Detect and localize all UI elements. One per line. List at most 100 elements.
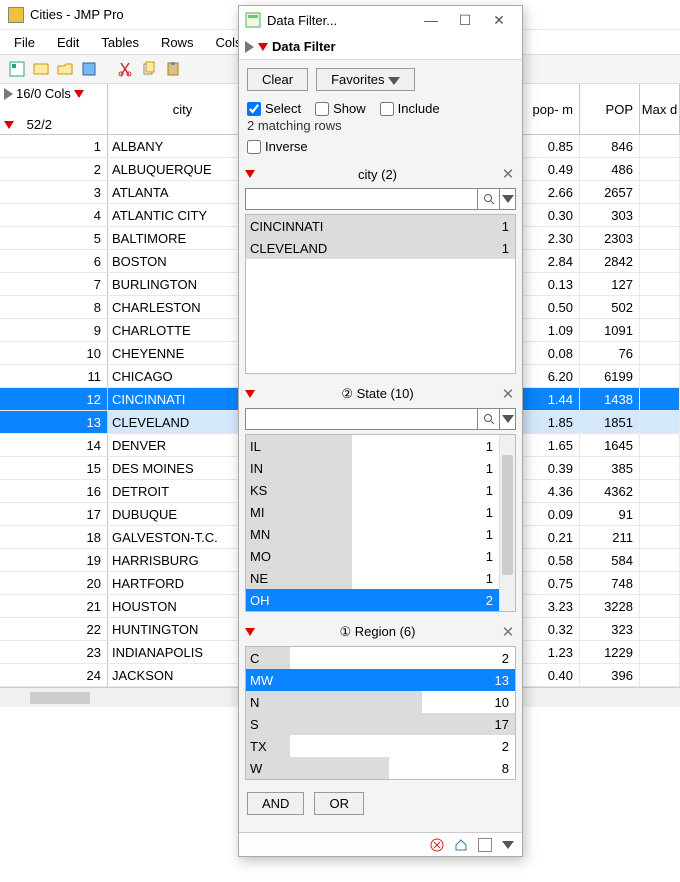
hotspot-icon[interactable] xyxy=(4,121,14,129)
cell-popm[interactable]: 1.23 xyxy=(520,641,580,663)
cell-popm[interactable]: 6.20 xyxy=(520,365,580,387)
cell-pop[interactable]: 1091 xyxy=(580,319,640,341)
list-item[interactable]: CINCINNATI1 xyxy=(246,215,515,237)
hotspot-icon[interactable] xyxy=(258,43,268,51)
row-number[interactable]: 18 xyxy=(0,526,108,548)
cell-pop[interactable]: 748 xyxy=(580,572,640,594)
cell-city[interactable]: ALBANY xyxy=(108,135,258,157)
cell-city[interactable]: JACKSON xyxy=(108,664,258,686)
cell-popm[interactable]: 0.21 xyxy=(520,526,580,548)
cell-pop[interactable]: 76 xyxy=(580,342,640,364)
cell-pop[interactable]: 486 xyxy=(580,158,640,180)
list-item[interactable]: W8 xyxy=(246,757,515,779)
remove-city-filter[interactable]: ✕ xyxy=(500,165,516,183)
row-number[interactable]: 1 xyxy=(0,135,108,157)
row-number[interactable]: 19 xyxy=(0,549,108,571)
cell-pop[interactable]: 303 xyxy=(580,204,640,226)
row-number[interactable]: 4 xyxy=(0,204,108,226)
cell-pop[interactable]: 2303 xyxy=(580,227,640,249)
row-number[interactable]: 3 xyxy=(0,181,108,203)
clear-button[interactable]: Clear xyxy=(247,68,308,91)
tool-button-4[interactable] xyxy=(78,58,100,80)
list-item[interactable]: TX2 xyxy=(246,735,515,757)
remove-state-filter[interactable]: ✕ xyxy=(500,385,516,403)
menu-rows[interactable]: Rows xyxy=(151,33,204,52)
grid-corner[interactable]: 16/0 Cols 52/2 xyxy=(0,84,108,134)
vertical-scrollbar[interactable] xyxy=(499,435,515,611)
cell-pop[interactable]: 211 xyxy=(580,526,640,548)
cell-pop[interactable]: 91 xyxy=(580,503,640,525)
row-number[interactable]: 6 xyxy=(0,250,108,272)
cell-city[interactable]: DES MOINES xyxy=(108,457,258,479)
cell-city[interactable]: HOUSTON xyxy=(108,595,258,617)
cell-popm[interactable]: 0.85 xyxy=(520,135,580,157)
cell-city[interactable]: ALBUQUERQUE xyxy=(108,158,258,180)
panel-titlebar[interactable]: Data Filter... — ☐ ✕ xyxy=(239,6,522,34)
cell-pop[interactable]: 2657 xyxy=(580,181,640,203)
row-number[interactable]: 16 xyxy=(0,480,108,502)
disclosure-icon[interactable] xyxy=(245,41,254,53)
cell-popm[interactable]: 0.75 xyxy=(520,572,580,594)
cell-city[interactable]: DETROIT xyxy=(108,480,258,502)
hotspot-icon[interactable] xyxy=(245,628,255,636)
cell-pop[interactable]: 584 xyxy=(580,549,640,571)
cell-pop[interactable]: 127 xyxy=(580,273,640,295)
cell-city[interactable]: DUBUQUE xyxy=(108,503,258,525)
cell-popm[interactable]: 0.32 xyxy=(520,618,580,640)
search-options-dropdown[interactable] xyxy=(500,188,516,210)
row-number[interactable]: 15 xyxy=(0,457,108,479)
cell-city[interactable]: INDIANAPOLIS xyxy=(108,641,258,663)
row-number[interactable]: 23 xyxy=(0,641,108,663)
cell-popm[interactable]: 1.09 xyxy=(520,319,580,341)
cell-city[interactable]: ATLANTA xyxy=(108,181,258,203)
cell-city[interactable]: CHARLESTON xyxy=(108,296,258,318)
tool-button-2[interactable] xyxy=(30,58,52,80)
state-search-input[interactable] xyxy=(245,408,478,430)
cell-city[interactable]: CHARLOTTE xyxy=(108,319,258,341)
city-search-input[interactable] xyxy=(245,188,478,210)
cell-city[interactable]: BOSTON xyxy=(108,250,258,272)
search-options-dropdown[interactable] xyxy=(500,408,516,430)
col-header-city[interactable]: city xyxy=(108,84,258,134)
row-number[interactable]: 22 xyxy=(0,618,108,640)
cell-pop[interactable]: 1851 xyxy=(580,411,640,433)
col-header-max[interactable]: Max d xyxy=(640,84,680,134)
list-item[interactable]: OH2 xyxy=(246,589,499,611)
cell-popm[interactable]: 1.44 xyxy=(520,388,580,410)
cell-popm[interactable]: 0.30 xyxy=(520,204,580,226)
col-header-pop[interactable]: POP xyxy=(580,84,640,134)
cell-popm[interactable]: 3.23 xyxy=(520,595,580,617)
cell-pop[interactable]: 2842 xyxy=(580,250,640,272)
list-item[interactable]: C2 xyxy=(246,647,515,669)
status-dropdown-icon[interactable] xyxy=(502,841,514,849)
remove-region-filter[interactable]: ✕ xyxy=(500,623,516,641)
list-item[interactable]: IN1 xyxy=(246,457,499,479)
cell-pop[interactable]: 846 xyxy=(580,135,640,157)
cell-pop[interactable]: 4362 xyxy=(580,480,640,502)
cell-popm[interactable]: 0.08 xyxy=(520,342,580,364)
cell-pop[interactable]: 385 xyxy=(580,457,640,479)
cell-city[interactable]: CINCINNATI xyxy=(108,388,258,410)
menu-tables[interactable]: Tables xyxy=(91,33,149,52)
tool-button-3[interactable] xyxy=(54,58,76,80)
col-header-popm[interactable]: pop- m xyxy=(520,84,580,134)
cell-popm[interactable]: 4.36 xyxy=(520,480,580,502)
cell-popm[interactable]: 0.49 xyxy=(520,158,580,180)
copy-button[interactable] xyxy=(138,58,160,80)
cell-pop[interactable]: 1438 xyxy=(580,388,640,410)
row-number[interactable]: 17 xyxy=(0,503,108,525)
cell-city[interactable]: DENVER xyxy=(108,434,258,456)
or-button[interactable]: OR xyxy=(314,792,364,815)
hotspot-icon[interactable] xyxy=(245,170,255,178)
home-icon[interactable] xyxy=(454,838,468,852)
list-item[interactable]: S17 xyxy=(246,713,515,735)
cell-popm[interactable]: 2.84 xyxy=(520,250,580,272)
row-number[interactable]: 8 xyxy=(0,296,108,318)
cell-pop[interactable]: 323 xyxy=(580,618,640,640)
cell-pop[interactable]: 1645 xyxy=(580,434,640,456)
and-button[interactable]: AND xyxy=(247,792,304,815)
row-number[interactable]: 9 xyxy=(0,319,108,341)
cell-city[interactable]: BALTIMORE xyxy=(108,227,258,249)
list-item[interactable]: NE1 xyxy=(246,567,499,589)
minimize-button[interactable]: — xyxy=(414,12,448,28)
